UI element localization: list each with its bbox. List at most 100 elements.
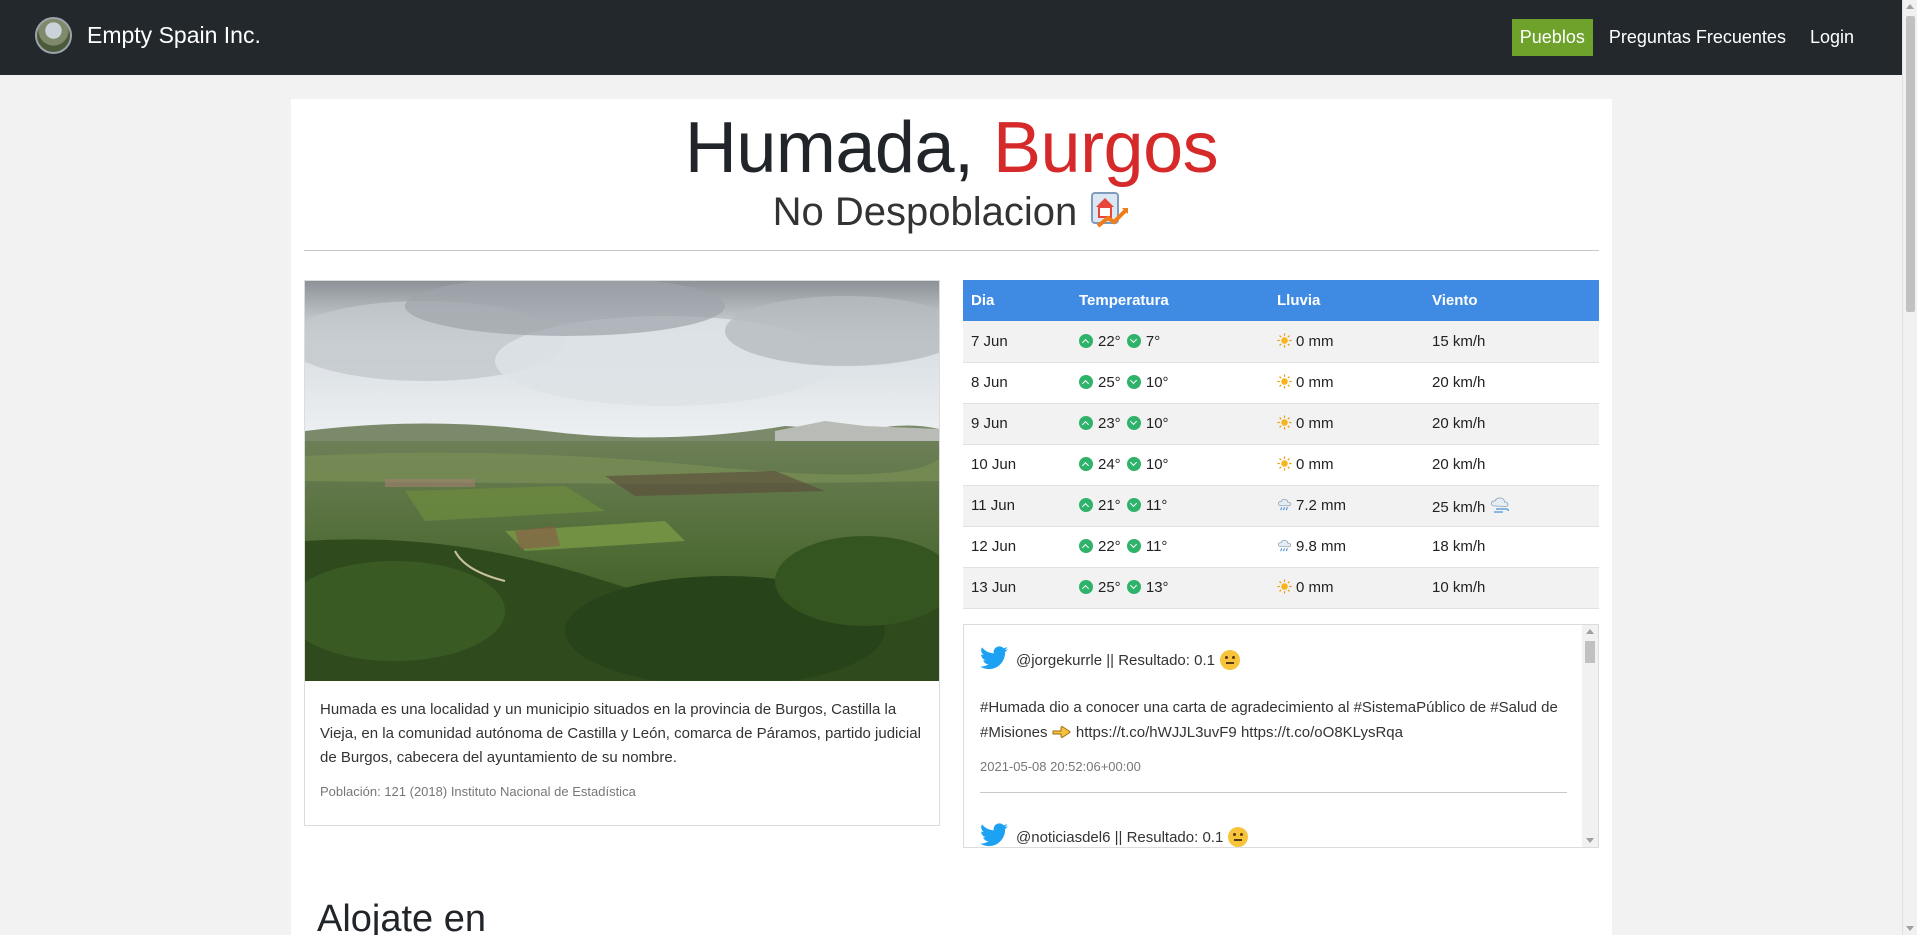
weather-row: 9 Jun 23° 10° 0 mm 20 km/h [963,403,1599,445]
weather-min-temp: 11° [1145,497,1168,514]
tweets-scroll-up-icon[interactable] [1586,629,1594,634]
page-scrollbar[interactable] [1902,0,1917,935]
town-name: Humada, [684,108,974,188]
weather-temperature: 21° 11° [1071,485,1269,527]
brand-logo[interactable] [35,17,72,54]
weather-rain-value: 0 mm [1296,332,1334,350]
tweets-scroll-down-icon[interactable] [1586,838,1594,843]
weather-wind: 18 km/h [1424,526,1599,568]
weather-min-temp: 7° [1145,332,1161,350]
min-temp-arrow-down-icon [1126,539,1141,553]
weather-day: 10 Jun [963,444,1071,486]
weather-max-temp: 25° [1098,374,1121,391]
weather-rain: 0 mm [1269,362,1424,404]
town-province: Burgos [993,108,1219,188]
weather-min-temp: 13° [1145,579,1169,596]
weather-day: 13 Jun [963,567,1071,609]
weather-max-temp: 21° [1098,497,1121,514]
weather-max-temp: 22° [1098,332,1121,350]
rain-cloud-icon [1277,538,1296,555]
weather-day: 9 Jun [963,403,1071,445]
weather-wind-value: 20 km/h [1432,374,1486,391]
max-temp-arrow-up-icon [1079,333,1093,348]
sun-icon [1277,456,1296,473]
weather-max-temp: 24° [1098,456,1121,473]
neutral-face-icon [1219,650,1240,670]
weather-min-temp: 10° [1145,374,1169,391]
min-temp-arrow-down-icon [1126,333,1141,348]
tweet-text: #Humada dio a conocer una carta de agrad… [980,695,1567,745]
weather-max-temp: 23° [1098,415,1121,432]
town-card-body: Humada es una localidad y un municipio s… [320,698,924,799]
max-temp-arrow-up-icon [1079,580,1093,594]
weather-row: 7 Jun 22° 7° 0 mm 15 km/h [963,321,1599,363]
weather-rain: 9.8 mm [1269,526,1424,568]
scroll-up-icon[interactable] [1906,4,1914,9]
max-temp-arrow-up-icon [1079,539,1093,553]
weather-wind-value: 25 km/h [1432,498,1486,516]
sun-icon [1277,374,1296,391]
weather-rain: 0 mm [1269,567,1424,609]
weather-min-temp: 10° [1145,415,1169,432]
nav-links: Pueblos Preguntas Frecuentes Login [1504,17,1862,57]
brand-name[interactable]: Empty Spain Inc. [87,22,261,49]
tweet-header: @jorgekurrle || Resultado: 0.1 [980,645,1567,675]
min-temp-arrow-down-icon [1126,457,1141,471]
sun-icon [1277,579,1296,596]
sun-icon [1277,333,1296,350]
weather-rain-value: 7.2 mm [1296,497,1347,514]
weather-row: 13 Jun 25° 13° 0 mm 10 km/h [963,567,1599,609]
weather-wind-value: 10 km/h [1432,579,1486,596]
tweets-panel[interactable]: @jorgekurrle || Resultado: 0.1 #Humada d… [963,624,1599,848]
weather-wind: 20 km/h [1424,444,1599,486]
weather-rain-value: 9.8 mm [1296,538,1347,555]
weather-day: 7 Jun [963,321,1071,363]
min-temp-arrow-down-icon [1126,416,1141,430]
weather-day: 12 Jun [963,526,1071,568]
tweets-scrollbar-thumb[interactable] [1585,641,1595,663]
weather-temperature: 23° 10° [1071,403,1269,445]
max-temp-arrow-up-icon [1079,416,1093,430]
tweet-separator [980,792,1567,793]
max-temp-arrow-up-icon [1079,457,1093,471]
nav-link-faq[interactable]: Preguntas Frecuentes [1601,19,1794,56]
weather-header-row: Dia Temperatura Lluvia Viento [963,280,1599,321]
town-title: Humada, Burgos [291,107,1612,189]
weather-rain: 0 mm [1269,403,1424,445]
twitter-icon [980,646,1016,674]
weather-day: 8 Jun [963,362,1071,404]
min-temp-arrow-down-icon [1126,375,1141,389]
tweet-item: @jorgekurrle || Resultado: 0.1 #Humada d… [980,645,1567,793]
weather-rain: 0 mm [1269,321,1424,363]
weather-row: 8 Jun 25° 10° 0 mm 20 km/h [963,362,1599,404]
tweet-links[interactable]: https://t.co/hWJJL3uvF9 https://t.co/oO8… [1076,724,1403,741]
town-status-text: No Despoblacion [772,190,1078,234]
tweet-time: 2021-05-08 20:52:06+00:00 [980,759,1141,774]
weather-header-day: Dia [963,280,1071,321]
weather-row: 10 Jun 24° 10° 0 mm 20 km/h [963,444,1599,486]
weather-temperature: 22° 7° [1071,321,1269,363]
town-description: Humada es una localidad y un municipio s… [320,701,921,766]
max-temp-arrow-up-icon [1079,498,1093,512]
wind-cloud-icon [1490,497,1516,516]
weather-wind: 10 km/h [1424,567,1599,609]
weather-day: 11 Jun [963,485,1071,527]
tweet-user[interactable]: @noticiasdel6 || Resultado: 0.1 [1016,829,1223,846]
weather-temperature: 22° 11° [1071,526,1269,568]
weather-wind: 25 km/h [1424,485,1599,527]
tweets-scrollbar[interactable] [1582,625,1598,847]
nav-link-login[interactable]: Login [1802,19,1862,56]
weather-temperature: 24° 10° [1071,444,1269,486]
scroll-down-icon[interactable] [1906,926,1914,931]
weather-max-temp: 22° [1098,538,1121,555]
town-card: Humada es una localidad y un municipio s… [304,280,940,826]
nav-link-pueblos[interactable]: Pueblos [1511,18,1593,56]
weather-rain-value: 0 mm [1296,579,1334,596]
section-alojate-title: Alojate en [317,898,487,935]
page-scrollbar-thumb[interactable] [1906,16,1915,312]
weather-rain-value: 0 mm [1296,374,1334,391]
weather-wind: 15 km/h [1424,321,1599,363]
tweet-user[interactable]: @jorgekurrle || Resultado: 0.1 [1016,652,1215,669]
weather-rain: 0 mm [1269,444,1424,486]
sun-icon [1277,415,1296,432]
